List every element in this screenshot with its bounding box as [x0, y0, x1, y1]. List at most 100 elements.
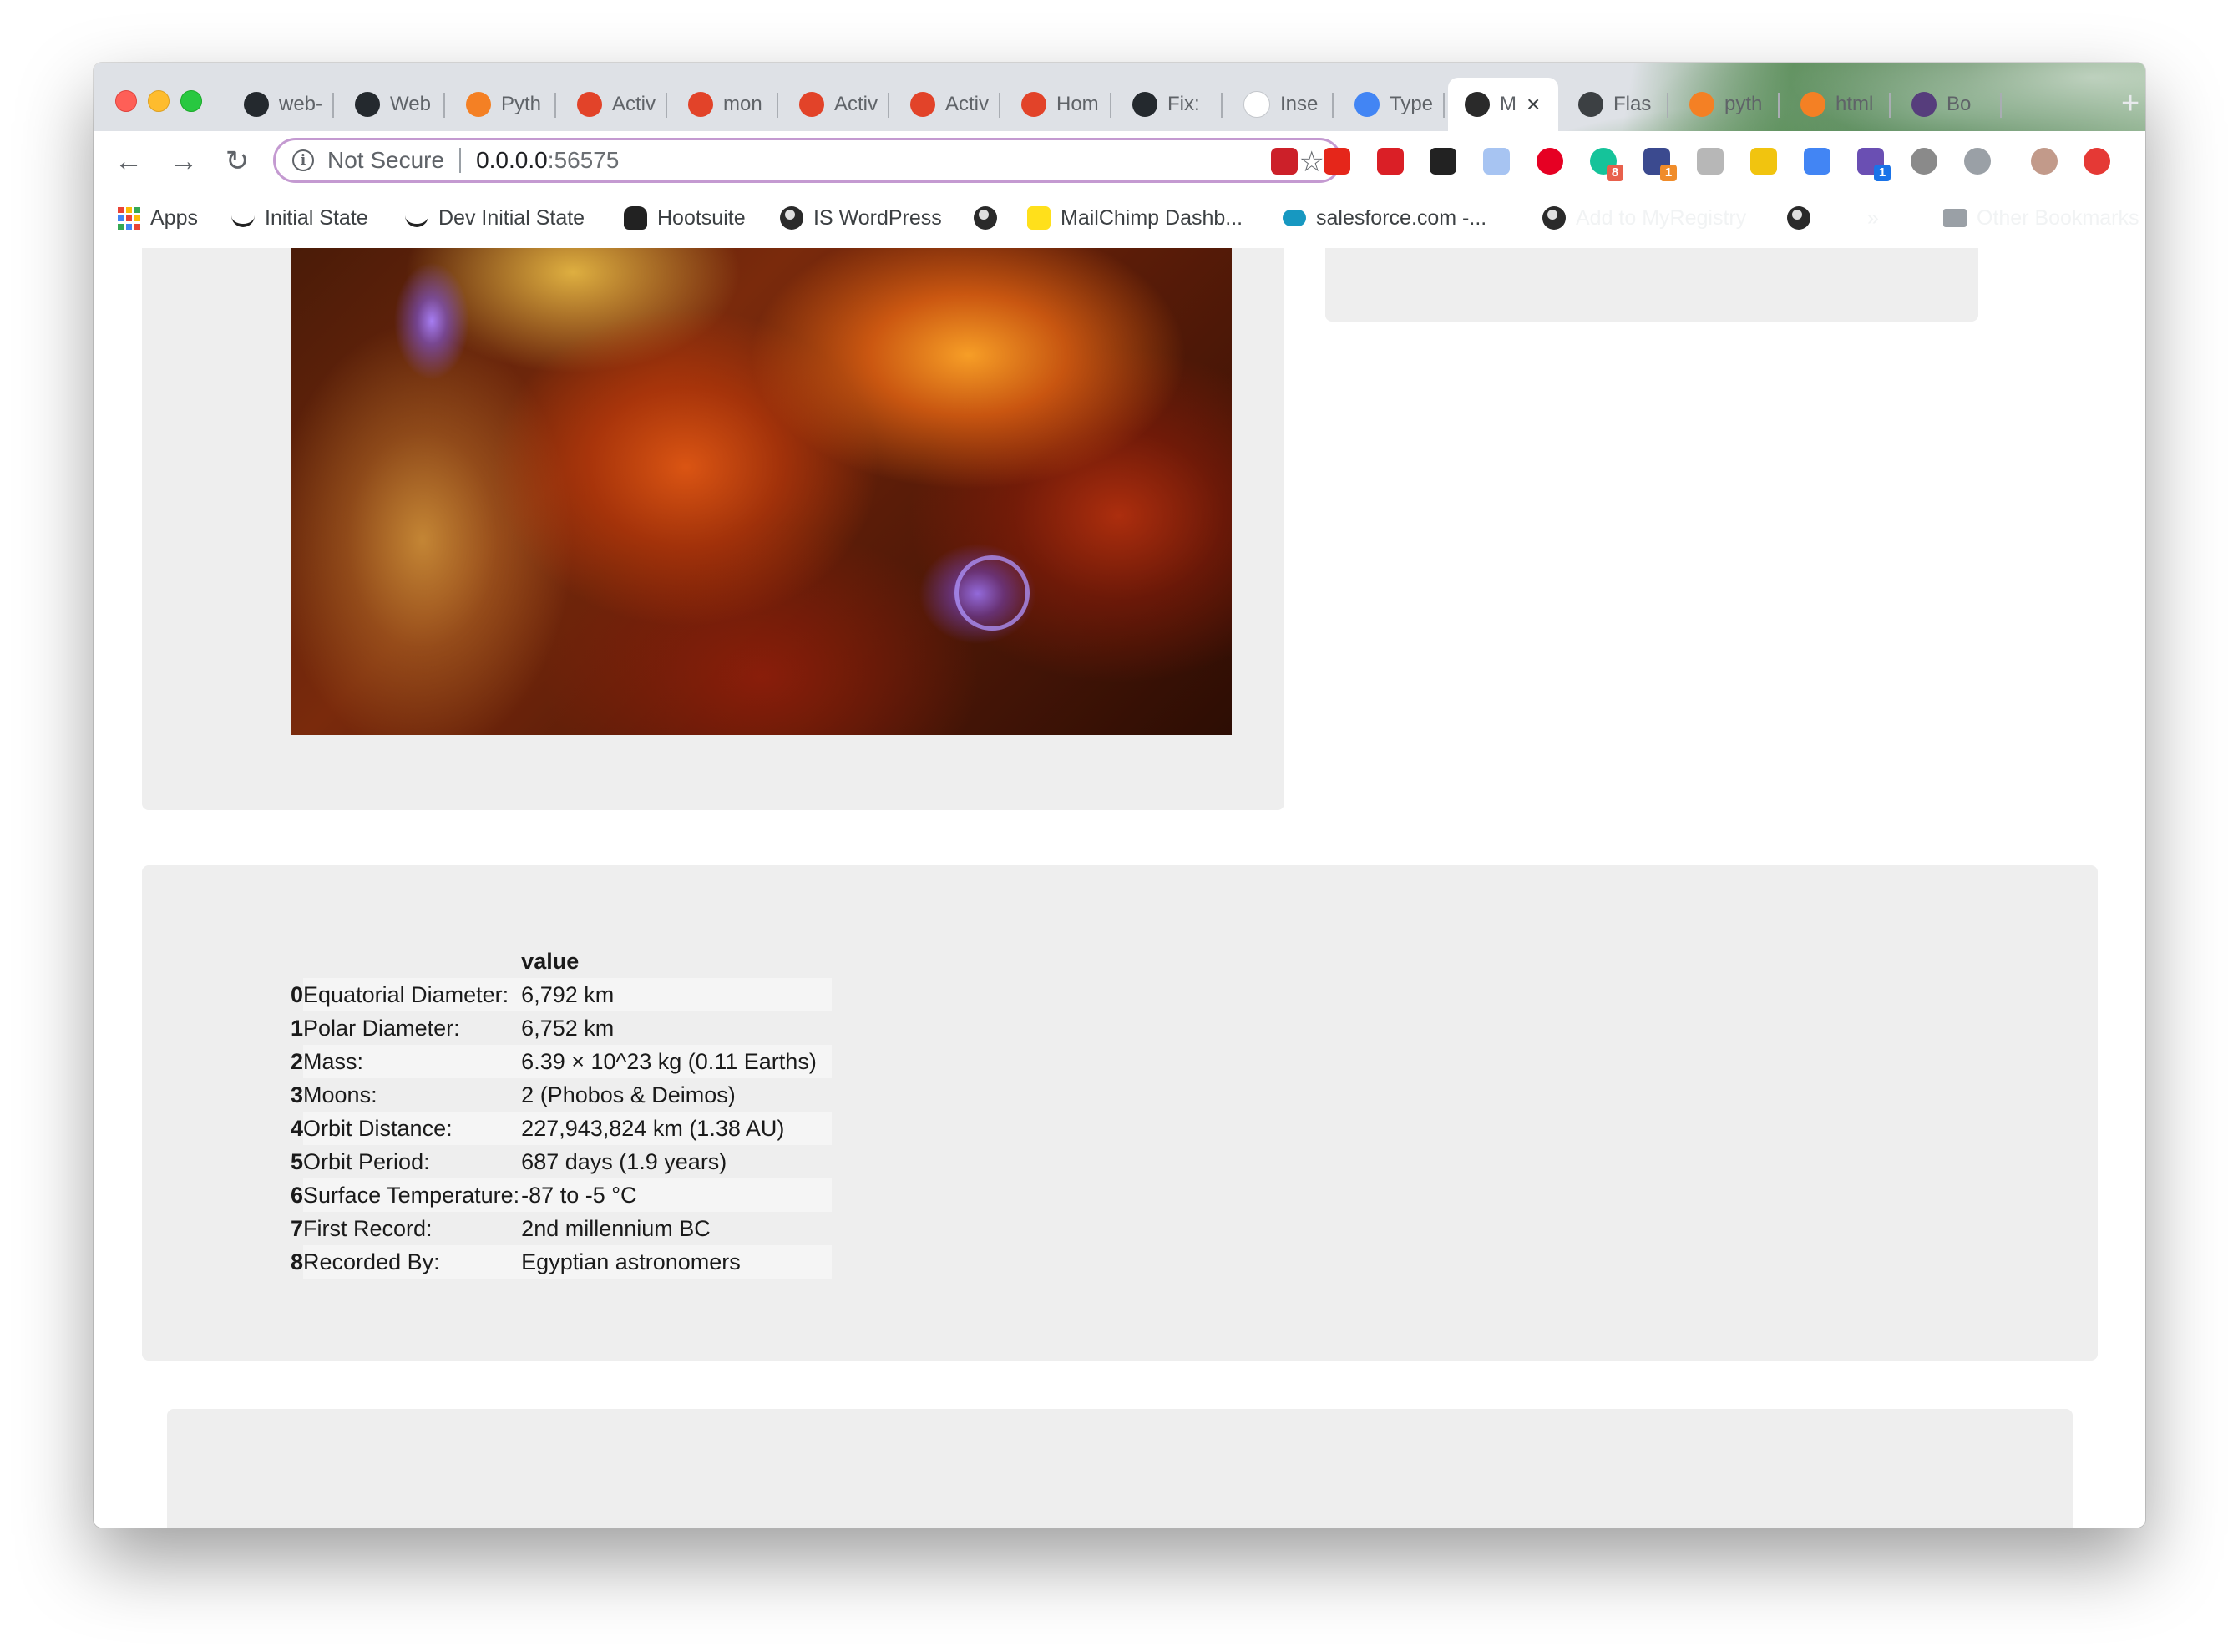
- hootsuite-owl-icon[interactable]: [1430, 148, 1456, 175]
- browser-tab[interactable]: M ×: [1448, 78, 1558, 131]
- browser-tab[interactable]: Type: [1338, 78, 1445, 131]
- close-tab-icon[interactable]: ×: [1527, 91, 1540, 118]
- pinterest-icon[interactable]: [1537, 148, 1563, 175]
- bookmark-item[interactable]: IS WordPress: [780, 200, 942, 236]
- bookmark-item[interactable]: Add to MyRegistry: [1542, 200, 1746, 236]
- evernote-icon[interactable]: [1697, 148, 1724, 175]
- nebula-bubble: [954, 555, 1030, 631]
- close-window-button[interactable]: [115, 90, 137, 112]
- table-row: 8 Recorded By: Egyptian astronomers: [291, 1245, 833, 1279]
- side-card: [1325, 248, 1978, 322]
- zoom-window-button[interactable]: [180, 90, 202, 112]
- creative-cloud-icon[interactable]: [1377, 148, 1404, 175]
- security-label: Not Secure: [327, 147, 445, 173]
- feather-icon[interactable]: 1: [1857, 148, 1891, 181]
- key-header: [303, 945, 521, 978]
- dollar-icon[interactable]: [1911, 148, 1937, 175]
- gitlab-icon: [910, 92, 935, 117]
- e-icon[interactable]: [1750, 148, 1777, 175]
- back-arrow-icon[interactable]: ←: [110, 143, 147, 180]
- globe-icon: [1465, 92, 1490, 117]
- row-value: 227,943,824 km (1.38 AU): [521, 1112, 833, 1145]
- tab-separator: [1332, 93, 1334, 118]
- forward-arrow-icon[interactable]: →: [165, 143, 202, 180]
- globe-icon: [780, 206, 803, 230]
- upload-icon[interactable]: [2084, 148, 2110, 175]
- table-row: 7 First Record: 2nd millennium BC: [291, 1212, 832, 1245]
- tab-separator: [332, 93, 334, 118]
- tab-title: Type: [1390, 93, 1434, 115]
- bookmark-item[interactable]: MailChimp Dashb...: [1027, 200, 1243, 236]
- tab-title: Activ: [612, 93, 656, 115]
- bookmark-item[interactable]: Initial State: [231, 200, 368, 236]
- tab-separator: [666, 93, 667, 118]
- browser-tab[interactable]: Web: [338, 78, 445, 131]
- adblock-icon[interactable]: [1324, 148, 1350, 175]
- tab-title: Activ: [945, 93, 990, 115]
- row-key: Recorded By:: [303, 1245, 522, 1279]
- row-key: Surface Temperature:: [303, 1178, 522, 1212]
- bookmark-item[interactable]: Other Bookmarks: [1943, 200, 2139, 236]
- tab-title: Hom: [1056, 93, 1099, 115]
- row-index: 8: [291, 1249, 304, 1274]
- table-row: 3 Moons: 2 (Phobos & Deimos): [291, 1078, 832, 1112]
- browser-tab[interactable]: Inse: [1227, 78, 1334, 131]
- browser-tab[interactable]: Activ: [782, 78, 889, 131]
- table-header-row: value: [291, 945, 832, 978]
- window-icon[interactable]: [1483, 148, 1510, 175]
- table-body: 0 Equatorial Diameter: 6,792 km 1 Polar Diam…: [291, 978, 833, 1279]
- lastpass-icon[interactable]: [1271, 148, 1298, 175]
- hootsuite-owl-icon: [624, 206, 647, 230]
- bookmark-item[interactable]: [974, 200, 1007, 236]
- browser-tab[interactable]: Fix:: [1116, 78, 1223, 131]
- pie-icon[interactable]: 1: [1643, 148, 1677, 181]
- tab-title: mon: [723, 93, 762, 115]
- browser-tab[interactable]: web-: [227, 78, 334, 131]
- google-translate-icon[interactable]: [1804, 148, 1830, 175]
- row-value: 2 (Phobos & Deimos): [521, 1082, 736, 1107]
- tab-title: web-: [279, 93, 323, 115]
- minimize-window-button[interactable]: [148, 90, 170, 112]
- browser-tab[interactable]: Pyth: [449, 78, 556, 131]
- browser-tab[interactable]: Bo: [1895, 78, 2002, 131]
- bookmark-item[interactable]: [1787, 200, 1820, 236]
- row-value: 687 days (1.9 years): [521, 1148, 727, 1174]
- browser-tab[interactable]: Activ: [894, 78, 1000, 131]
- bookmark-item[interactable]: salesforce.com -...: [1283, 200, 1486, 236]
- bookmark-label: Apps: [150, 205, 198, 230]
- new-tab-button[interactable]: +: [2121, 78, 2139, 131]
- row-index: 7: [291, 1215, 304, 1241]
- browser-tab[interactable]: Flas: [1562, 78, 1668, 131]
- gitlab-icon: [577, 92, 602, 117]
- bookmark-item[interactable]: Dev Initial State: [405, 200, 585, 236]
- refresh-circle-icon[interactable]: [1964, 148, 1991, 175]
- tab-separator: [1110, 93, 1111, 118]
- browser-tab[interactable]: pyth: [1673, 78, 1780, 131]
- bookmark-item[interactable]: Hootsuite: [624, 200, 746, 236]
- browser-tab[interactable]: mon: [671, 78, 778, 131]
- bottom-card: [167, 1409, 2073, 1528]
- bookmark-item[interactable]: Apps: [117, 200, 198, 236]
- tab-title: Bo: [1947, 93, 1972, 115]
- profile-avatar-icon[interactable]: [2031, 148, 2058, 175]
- row-index: 6: [291, 1182, 304, 1208]
- reload-icon[interactable]: ↻: [219, 143, 256, 180]
- initial-state-icon: [231, 209, 255, 227]
- github-icon: [1132, 92, 1157, 117]
- book-icon: [1578, 92, 1603, 117]
- browser-tab[interactable]: Activ: [560, 78, 667, 131]
- bookmark-star-icon[interactable]: ☆: [1299, 145, 1324, 179]
- more-bookmarks-button[interactable]: »: [1867, 200, 1879, 236]
- browser-tab[interactable]: Hom: [1005, 78, 1111, 131]
- image-card: [142, 248, 1284, 810]
- info-icon[interactable]: i: [292, 149, 314, 171]
- address-bar[interactable]: i Not Secure 0.0.0.0 :56575 ☆: [273, 138, 1342, 183]
- extension-badge: 8: [1607, 165, 1623, 181]
- row-index: 4: [291, 1115, 304, 1141]
- value-header: value: [521, 948, 580, 974]
- browser-tab[interactable]: html: [1784, 78, 1891, 131]
- table-row: 4 Orbit Distance: 227,943,824 km (1.38 AU): [291, 1112, 833, 1145]
- grammarly-icon[interactable]: 8: [1590, 148, 1623, 181]
- table-row: 6 Surface Temperature: -87 to -5 °C: [291, 1178, 833, 1212]
- tab-title: Inse: [1280, 93, 1319, 115]
